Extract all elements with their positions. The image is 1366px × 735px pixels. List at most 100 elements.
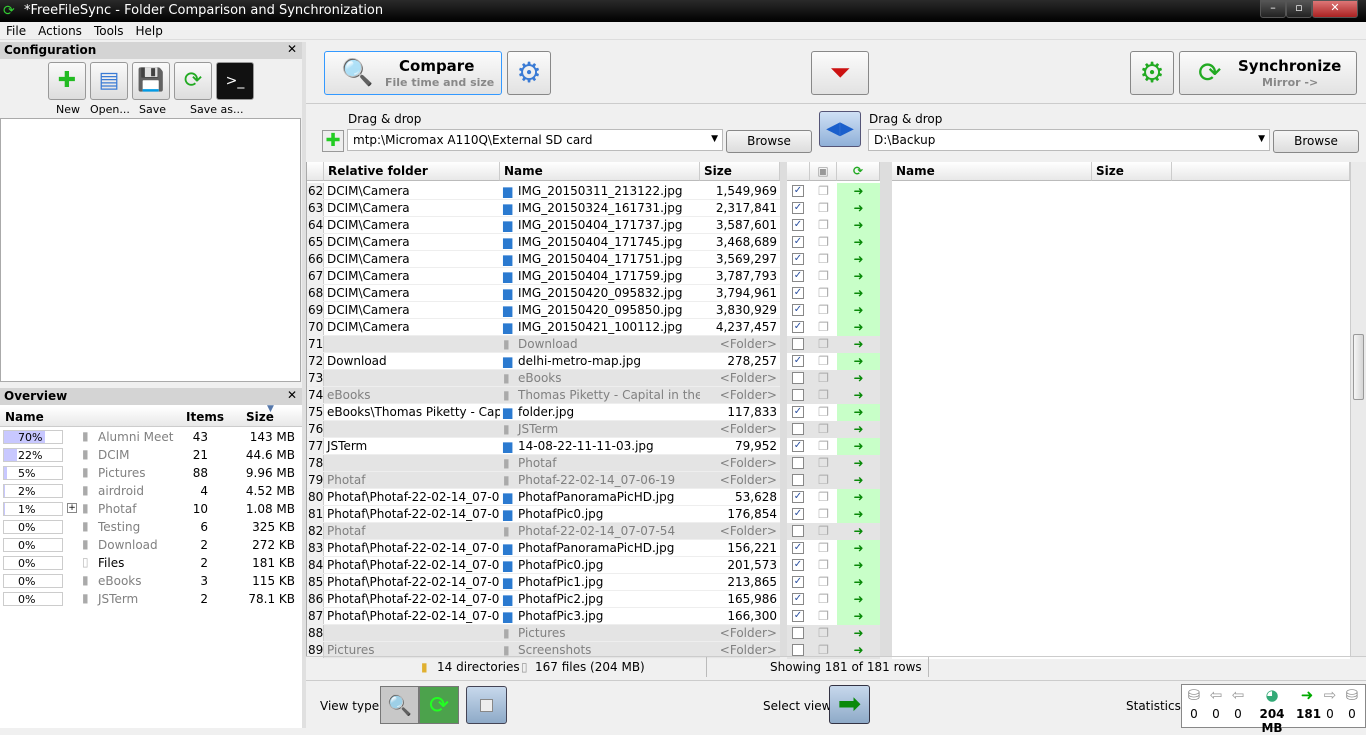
create-right-icon[interactable]: ➜: [837, 404, 880, 421]
table-row[interactable]: 76 ▮ JSTerm <Folder>: [307, 421, 780, 438]
create-right-icon[interactable]: ➜: [837, 455, 880, 472]
include-checkbox[interactable]: ✓: [792, 270, 804, 282]
table-row[interactable]: 88 ▮ Pictures <Folder>: [307, 625, 780, 642]
minimize-button[interactable]: –: [1260, 0, 1286, 18]
include-checkbox[interactable]: ✓: [792, 185, 804, 197]
create-right-icon[interactable]: ➜: [837, 540, 880, 557]
column-size-left[interactable]: Size: [700, 162, 780, 181]
create-right-icon[interactable]: ➜: [837, 557, 880, 574]
table-row[interactable]: 73 ▮ eBooks <Folder>: [307, 370, 780, 387]
column-items[interactable]: Items: [186, 410, 224, 424]
include-checkbox[interactable]: ✓: [792, 236, 804, 248]
scrollbar-thumb[interactable]: [1353, 334, 1364, 400]
table-row[interactable]: 83 Photaf\Photaf-22-02-14_07-07... ▆ Pho…: [307, 540, 780, 557]
right-table-row[interactable]: [892, 319, 1350, 336]
include-checkbox[interactable]: ✓: [792, 576, 804, 588]
filter-button[interactable]: ⏷: [811, 51, 869, 95]
right-browse-button[interactable]: Browse: [1273, 130, 1359, 153]
left-folder-input[interactable]: mtp:\Micromax A110Q\External SD card ▼: [347, 129, 723, 151]
right-table-row[interactable]: [892, 200, 1350, 217]
create-right-icon[interactable]: ➜: [837, 200, 880, 217]
compare-settings-button[interactable]: ⚙: [507, 51, 551, 95]
table-row[interactable]: 64 DCIM\Camera ▆ IMG_20150404_171737.jpg…: [307, 217, 780, 234]
column-category[interactable]: ▣: [810, 162, 837, 181]
table-row[interactable]: 63 DCIM\Camera ▆ IMG_20150324_161731.jpg…: [307, 200, 780, 217]
table-row[interactable]: 69 DCIM\Camera ▆ IMG_20150420_095850.jpg…: [307, 302, 780, 319]
right-table-row[interactable]: [892, 217, 1350, 234]
right-table-row[interactable]: [892, 506, 1350, 523]
right-table-row[interactable]: [892, 472, 1350, 489]
right-table-row[interactable]: [892, 336, 1350, 353]
compare-button[interactable]: 🔍 Compare File time and size: [324, 51, 502, 95]
include-checkbox[interactable]: [792, 644, 804, 656]
include-checkbox[interactable]: ✓: [792, 321, 804, 333]
right-table-row[interactable]: [892, 625, 1350, 642]
overview-row[interactable]: 5% ▮ Pictures 88 9.96 MB: [0, 464, 302, 482]
save-as-batch-button[interactable]: >_: [216, 62, 254, 100]
column-sync-action[interactable]: ⟳: [837, 162, 880, 181]
right-table-row[interactable]: [892, 251, 1350, 268]
right-table-row[interactable]: [892, 574, 1350, 591]
dropdown-arrow-icon[interactable]: ▼: [711, 134, 718, 144]
close-panel-icon[interactable]: ✕: [287, 42, 297, 56]
table-row[interactable]: 68 DCIM\Camera ▆ IMG_20150420_095832.jpg…: [307, 285, 780, 302]
right-table-row[interactable]: [892, 438, 1350, 455]
include-checkbox[interactable]: [792, 423, 804, 435]
expand-icon[interactable]: +: [67, 503, 77, 513]
create-right-icon[interactable]: ➜: [837, 319, 880, 336]
create-right-icon[interactable]: ➜: [837, 353, 880, 370]
column-relative-folder[interactable]: Relative folder: [324, 162, 500, 181]
include-checkbox[interactable]: ✓: [792, 202, 804, 214]
include-checkbox[interactable]: ✓: [792, 355, 804, 367]
sync-settings-button[interactable]: ⚙: [1130, 51, 1174, 95]
menu-tools[interactable]: Tools: [88, 22, 130, 38]
table-row[interactable]: 67 DCIM\Camera ▆ IMG_20150404_171759.jpg…: [307, 268, 780, 285]
create-right-icon[interactable]: ➜: [837, 302, 880, 319]
left-browse-button[interactable]: Browse: [726, 130, 812, 153]
table-row[interactable]: 70 DCIM\Camera ▆ IMG_20150421_100112.jpg…: [307, 319, 780, 336]
toggle-equal-button[interactable]: [466, 686, 507, 724]
view-sync-button[interactable]: ⟳: [419, 686, 459, 724]
right-table-row[interactable]: [892, 387, 1350, 404]
overview-row[interactable]: 22% ▮ DCIM 21 44.6 MB: [0, 446, 302, 464]
menu-actions[interactable]: Actions: [32, 22, 88, 38]
create-right-icon[interactable]: ➜: [837, 489, 880, 506]
overview-row[interactable]: 1% + ▮ Photaf 10 1.08 MB: [0, 500, 302, 518]
open-config-button[interactable]: ▤: [90, 62, 128, 100]
column-checkbox[interactable]: [787, 162, 810, 181]
create-right-icon[interactable]: ➜: [837, 217, 880, 234]
right-table-row[interactable]: [892, 421, 1350, 438]
include-checkbox[interactable]: ✓: [792, 508, 804, 520]
create-right-icon[interactable]: ➜: [837, 285, 880, 302]
table-row[interactable]: 66 DCIM\Camera ▆ IMG_20150404_171751.jpg…: [307, 251, 780, 268]
menu-help[interactable]: Help: [130, 22, 169, 38]
create-right-icon[interactable]: ➜: [837, 370, 880, 387]
create-right-icon[interactable]: ➜: [837, 574, 880, 591]
include-checkbox[interactable]: ✓: [792, 287, 804, 299]
configuration-list[interactable]: [0, 118, 301, 382]
create-right-icon[interactable]: ➜: [837, 523, 880, 540]
right-table-row[interactable]: [892, 285, 1350, 302]
create-right-view-button[interactable]: ➡: [829, 685, 870, 724]
view-compare-button[interactable]: 🔍: [380, 686, 419, 724]
create-right-icon[interactable]: ➜: [837, 421, 880, 438]
column-name-right[interactable]: Name: [892, 162, 1092, 181]
create-right-icon[interactable]: ➜: [837, 591, 880, 608]
table-row[interactable]: 80 Photaf\Photaf-22-02-14_07-06... ▆ Pho…: [307, 489, 780, 506]
table-row[interactable]: 81 Photaf\Photaf-22-02-14_07-06... ▆ Pho…: [307, 506, 780, 523]
new-config-button[interactable]: ✚: [48, 62, 86, 100]
include-checkbox[interactable]: ✓: [792, 253, 804, 265]
create-right-icon[interactable]: ➜: [837, 438, 880, 455]
column-size-right[interactable]: Size: [1092, 162, 1172, 181]
right-table-row[interactable]: [892, 523, 1350, 540]
right-table-row[interactable]: [892, 489, 1350, 506]
include-checkbox[interactable]: ✓: [792, 440, 804, 452]
create-right-icon[interactable]: ➜: [837, 234, 880, 251]
include-checkbox[interactable]: ✓: [792, 559, 804, 571]
include-checkbox[interactable]: ✓: [792, 219, 804, 231]
include-checkbox[interactable]: [792, 338, 804, 350]
table-row[interactable]: 74 eBooks ▮ Thomas Piketty - Capital in …: [307, 387, 780, 404]
dropdown-arrow-icon[interactable]: ▼: [1258, 134, 1265, 144]
right-table-row[interactable]: [892, 540, 1350, 557]
right-table-row[interactable]: [892, 608, 1350, 625]
